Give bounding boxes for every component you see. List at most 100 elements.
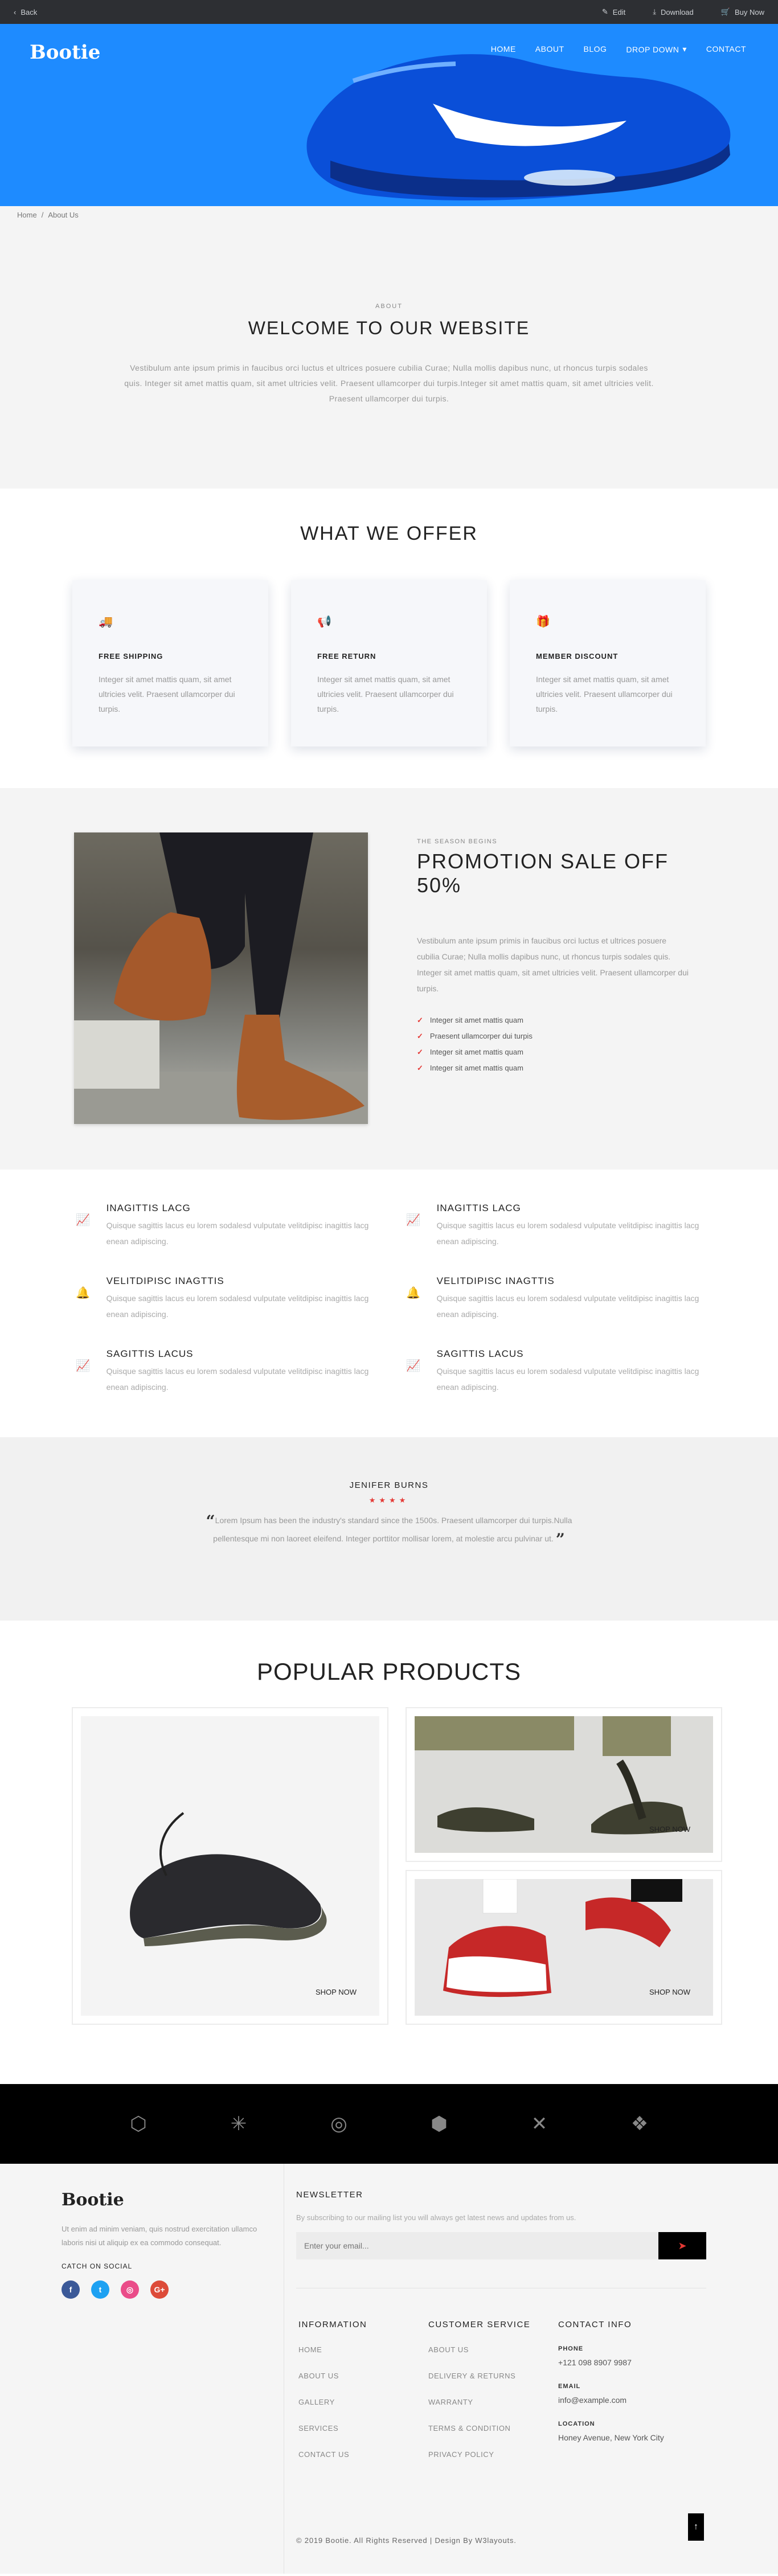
brand-hex-icon[interactable]: ⬢ — [427, 2113, 451, 2135]
boots-photo — [74, 832, 368, 1124]
hero-banner: Bootie HOME ABOUT BLOG DROP DOWN ▾ CONTA… — [0, 24, 778, 206]
welcome-text: Vestibulum ante ipsum primis in faucibus… — [124, 363, 654, 403]
offer-card-text: Integer sit amet mattis quam, sit amet u… — [317, 675, 454, 713]
information-column: INFORMATION HOME ABOUT US GALLERY SERVIC… — [298, 2320, 428, 2476]
footer-about-text: Ut enim ad minim veniam, quis nostrud ex… — [62, 2225, 257, 2247]
welcome-title: WELCOME TO OUR WEBSITE — [248, 318, 530, 338]
footer-link-services[interactable]: SERVICES — [298, 2424, 428, 2450]
facebook-icon[interactable]: f — [62, 2280, 80, 2299]
newsletter-title: NEWSLETTER — [296, 2190, 363, 2200]
email-value[interactable]: info@example.com — [558, 2395, 688, 2405]
twitter-icon[interactable]: t — [91, 2280, 109, 2299]
feature-item: 📈 SAGITTIS LACUS Quisque sagittis lacus e… — [76, 1348, 372, 1395]
buy-now-button[interactable]: 🛒 Buy Now — [721, 7, 764, 17]
offer-section: WHAT WE OFFER 🚚 FREE SHIPPING Integer si… — [0, 489, 778, 788]
truck-icon: 🚚 — [99, 616, 113, 628]
footer-logo[interactable]: Bootie — [62, 2190, 278, 2210]
check-icon: ✓ — [417, 1032, 423, 1040]
brand-dropbox-icon[interactable]: ❖ — [628, 2113, 652, 2135]
feature-item: 🔔 VELITDIPISC INAGTTIS Quisque sagittis l… — [406, 1275, 702, 1322]
newsletter-text: By subscribing to our mailing list you w… — [296, 2213, 576, 2222]
customer-service-heading: CUSTOMER SERVICE — [428, 2320, 531, 2329]
feature-item: 📈 SAGITTIS LACUS Quisque sagittis lacus e… — [406, 1348, 702, 1395]
shop-now-link[interactable]: SHOP NOW — [649, 1825, 690, 1833]
bell-icon: 🔔 — [406, 1287, 420, 1299]
offer-card-text: Integer sit amet mattis quam, sit amet u… — [536, 675, 673, 713]
google-plus-icon[interactable]: G+ — [150, 2280, 169, 2299]
line-chart-icon: 📈 — [406, 1214, 420, 1227]
dribbble-icon[interactable]: ◎ — [121, 2280, 139, 2299]
rating-stars: ★★★★ — [368, 1496, 410, 1504]
testimonial-name: JENIFER BURNS — [349, 1480, 429, 1490]
footer-link-contact[interactable]: CONTACT US — [298, 2450, 428, 2476]
location-value: Honey Avenue, New York City — [558, 2433, 664, 2442]
feature-item: 📈 INAGITTIS LACG Quisque sagittis lacus e… — [406, 1203, 702, 1249]
product-image: SHOP NOW — [415, 1879, 713, 2016]
social-links: f t ◎ G+ — [62, 2280, 278, 2299]
footer-link-privacy[interactable]: PRIVACY POLICY — [428, 2450, 558, 2476]
nav-drop-down[interactable]: DROP DOWN ▾ — [626, 44, 686, 54]
gift-icon: 🎁 — [536, 616, 550, 628]
quote-close-icon: ” — [555, 1530, 565, 1549]
feature-item: 🔔 VELITDIPISC INAGTTIS Quisque sagittis l… — [76, 1275, 372, 1322]
download-button[interactable]: ⤓ Download — [653, 7, 694, 17]
offer-title: WHAT WE OFFER — [300, 523, 478, 544]
feature-text: Quisque sagittis lacus eu lorem sodalesd… — [436, 1367, 699, 1392]
feature-title: VELITDIPISC INAGTTIS — [436, 1275, 555, 1286]
list-item: ✓ Integer sit amet mattis quam — [417, 1044, 690, 1060]
brand-cross-icon[interactable]: ✕ — [527, 2113, 551, 2135]
edit-button[interactable]: ✎ Edit — [602, 7, 625, 17]
shop-now-link[interactable]: SHOP NOW — [649, 1988, 690, 1996]
information-heading: INFORMATION — [298, 2320, 367, 2329]
welcome-section: ABOUT WELCOME TO OUR WEBSITE Vestibulum … — [0, 223, 778, 489]
footer-link-terms[interactable]: TERMS & CONDITION — [428, 2424, 558, 2450]
phone-value: +121 098 8907 9987 — [558, 2358, 632, 2367]
location-label: LOCATION — [558, 2421, 595, 2427]
back-to-top-button[interactable]: ↑ — [688, 2513, 704, 2541]
breadcrumb-separator: / — [41, 210, 44, 219]
email-label: EMAIL — [558, 2383, 581, 2390]
brand-logo[interactable]: Bootie — [30, 41, 100, 64]
phone-label: PHONE — [558, 2345, 584, 2352]
products-title: POPULAR PRODUCTS — [256, 1658, 522, 1685]
newsletter-email-input[interactable] — [296, 2232, 658, 2259]
back-button[interactable]: ‹ Back — [14, 8, 37, 17]
breadcrumb-home[interactable]: Home — [17, 211, 37, 219]
nav-home[interactable]: HOME — [491, 44, 516, 54]
promo-list: ✓ Integer sit amet mattis quam ✓ Praesent … — [417, 1012, 690, 1076]
footer-link-warranty[interactable]: WARRANTY — [428, 2398, 558, 2424]
feature-title: SAGITTIS LACUS — [436, 1348, 524, 1359]
main-nav: HOME ABOUT BLOG DROP DOWN ▾ CONTACT — [491, 44, 746, 54]
copyright: © 2019 Bootie. All Rights Reserved | Des… — [296, 2536, 517, 2545]
nav-blog[interactable]: BLOG — [584, 44, 607, 54]
shop-now-link[interactable]: SHOP NOW — [316, 1988, 357, 1996]
download-icon: ⤓ — [653, 7, 656, 16]
check-icon: ✓ — [417, 1016, 423, 1024]
promotion-section: THE SEASON BEGINS PROMOTION SALE OFF 50%… — [0, 788, 778, 1170]
product-card[interactable]: SHOP NOW — [406, 1707, 722, 1862]
footer-link-about-us[interactable]: ABOUT US — [428, 2345, 558, 2372]
footer-link-gallery[interactable]: GALLERY — [298, 2398, 428, 2424]
brand-hexagon-icon[interactable]: ⬡ — [126, 2113, 150, 2135]
brand-ring-icon[interactable]: ◎ — [327, 2113, 351, 2135]
offer-card-title: FREE SHIPPING — [99, 652, 163, 661]
arrow-up-icon: ↑ — [694, 2522, 698, 2532]
feature-text: Quisque sagittis lacus eu lorem sodalesd… — [106, 1294, 369, 1319]
brand-asterisk-icon[interactable]: ✳ — [227, 2113, 251, 2135]
product-card[interactable]: SHOP NOW — [72, 1707, 388, 2025]
feature-title: INAGITTIS LACG — [106, 1203, 191, 1213]
footer-link-home[interactable]: HOME — [298, 2345, 428, 2372]
nav-contact[interactable]: CONTACT — [706, 44, 746, 54]
footer-link-about[interactable]: ABOUT US — [298, 2372, 428, 2398]
feature-title: SAGITTIS LACUS — [106, 1348, 194, 1359]
line-chart-icon: 📈 — [76, 1360, 90, 1372]
line-chart-icon: 📈 — [406, 1360, 420, 1372]
newsletter-submit-button[interactable]: ➤ — [658, 2232, 706, 2259]
brand-strip: ⬡ ✳ ◎ ⬢ ✕ ❖ — [0, 2084, 778, 2164]
nav-about[interactable]: ABOUT — [535, 44, 564, 54]
product-card[interactable]: SHOP NOW — [406, 1870, 722, 2025]
offer-card: 🎁 MEMBER DISCOUNT Integer sit amet matti… — [510, 580, 706, 746]
footer: Bootie Ut enim ad minim veniam, quis nos… — [0, 2164, 778, 2574]
footer-link-delivery[interactable]: DELIVERY & RETURNS — [428, 2372, 558, 2398]
list-item: ✓ Integer sit amet mattis quam — [417, 1012, 690, 1028]
